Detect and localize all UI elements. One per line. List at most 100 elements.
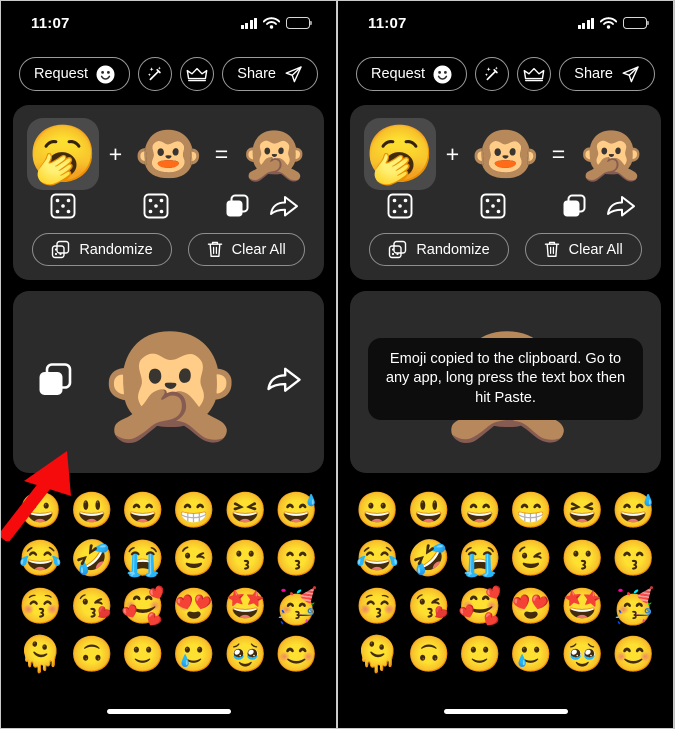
mixer-slot-second[interactable]: 🐵	[133, 118, 205, 190]
battery-low-icon	[286, 17, 312, 29]
emoji-cell[interactable]: 😍	[169, 584, 220, 629]
emoji-cell[interactable]: 😂	[15, 536, 66, 581]
randomize-button[interactable]: Randomize	[369, 233, 509, 266]
emoji-cell[interactable]: 🤣	[66, 536, 117, 581]
clear-all-button[interactable]: Clear All	[524, 233, 642, 266]
emoji-cell[interactable]: 🙃	[403, 632, 454, 677]
emoji-cell[interactable]: 😃	[66, 488, 117, 533]
emoji-cell[interactable]: 😘	[66, 584, 117, 629]
share-button[interactable]: Share	[222, 57, 318, 91]
emoji-cell[interactable]: 🥰	[117, 584, 168, 629]
premium-crown-button[interactable]	[517, 57, 552, 91]
emoji-cell[interactable]: 😆	[557, 488, 608, 533]
plus-operator: +	[108, 140, 123, 167]
status-bar: 11:07	[338, 1, 673, 45]
trash-icon	[207, 241, 222, 257]
magic-wand-button[interactable]	[475, 57, 510, 91]
emoji-cell[interactable]: 🥳	[271, 584, 322, 629]
result-preview-card: 🙊 Emoji copied to the clipboard. Go to a…	[350, 291, 661, 473]
clear-all-label: Clear All	[568, 241, 623, 258]
emoji-cell[interactable]: 😗	[220, 536, 271, 581]
emoji-cell[interactable]: 🙂	[117, 632, 168, 677]
randomize-button[interactable]: Randomize	[32, 233, 172, 266]
dice-button-second[interactable]	[121, 192, 190, 220]
emoji-cell[interactable]: 🤩	[557, 584, 608, 629]
emoji-cell[interactable]: 🥲	[506, 632, 557, 677]
emoji-cell[interactable]: 🥲	[169, 632, 220, 677]
emoji-cell[interactable]: 😃	[403, 488, 454, 533]
emoji-cell[interactable]: 😊	[271, 632, 322, 677]
emoji-cell[interactable]: 🤣	[403, 536, 454, 581]
status-bar: 11:07	[1, 1, 336, 45]
emoji-cell[interactable]: 😍	[506, 584, 557, 629]
emoji-cell[interactable]: 😭	[117, 536, 168, 581]
emoji-grid: 😀 😃 😄 😁 😆 😅 😂 🤣 😭 😉 😗 😙 😚 😘 🥰 😍 🤩 🥳 🫠 🙃 …	[338, 484, 673, 677]
emoji-cell[interactable]: 🥳	[608, 584, 659, 629]
share-arrow-icon	[607, 196, 636, 217]
equals-operator: =	[551, 140, 566, 167]
home-indicator	[106, 709, 231, 714]
request-button[interactable]: Request	[19, 57, 131, 91]
emoji-cell[interactable]: 😂	[352, 536, 403, 581]
mixer-slot-second[interactable]: 🐵	[470, 118, 542, 190]
emoji-cell[interactable]: 🥹	[220, 632, 271, 677]
emoji-cell[interactable]: 😘	[403, 584, 454, 629]
randomize-label: Randomize	[79, 241, 153, 258]
emoji-cell[interactable]: 😙	[608, 536, 659, 581]
battery-low-icon	[623, 17, 649, 29]
premium-crown-button[interactable]	[180, 57, 215, 91]
result-copy-button[interactable]	[35, 360, 75, 405]
emoji-cell[interactable]: 🫠	[352, 632, 403, 677]
emoji-cell[interactable]: 🙃	[66, 632, 117, 677]
clear-all-label: Clear All	[231, 241, 286, 258]
emoji-cell[interactable]: 🙂	[454, 632, 505, 677]
emoji-cell[interactable]: 😊	[608, 632, 659, 677]
emoji-cell[interactable]: 🫠	[15, 632, 66, 677]
mixer-slot-first[interactable]: 🥱	[363, 118, 436, 190]
emoji-cell[interactable]: 😅	[271, 488, 322, 533]
emoji-cell[interactable]: 😉	[506, 536, 557, 581]
emoji-cell[interactable]: 🤩	[220, 584, 271, 629]
mixer-share-button[interactable]	[598, 193, 645, 219]
status-time: 11:07	[31, 14, 70, 32]
status-indicators	[240, 17, 312, 29]
emoji-cell[interactable]: 😁	[506, 488, 557, 533]
share-button-label: Share	[574, 66, 613, 82]
emoji-cell[interactable]: 😄	[117, 488, 168, 533]
request-button[interactable]: Request	[356, 57, 468, 91]
status-time: 11:07	[368, 14, 407, 32]
dice-button-second[interactable]	[458, 192, 527, 220]
emoji-cell[interactable]: 😁	[169, 488, 220, 533]
emoji-cell[interactable]: 🥹	[557, 632, 608, 677]
emoji-cell[interactable]: 🥰	[454, 584, 505, 629]
emoji-cell[interactable]: 😚	[352, 584, 403, 629]
top-toolbar: Request Share	[338, 45, 673, 105]
dice-button-first[interactable]	[366, 192, 435, 220]
phone-screen-right: 11:07 Request Share 🥱 + 🐵 = 🙊 Randomize …	[337, 0, 674, 729]
share-button[interactable]: Share	[559, 57, 655, 91]
dice-button-first[interactable]	[29, 192, 98, 220]
mixer-share-button[interactable]	[261, 193, 308, 219]
emoji-cell[interactable]: 😀	[15, 488, 66, 533]
emoji-cell[interactable]: 😉	[169, 536, 220, 581]
emoji-cell[interactable]: 😗	[557, 536, 608, 581]
home-indicator	[443, 709, 568, 714]
emoji-cell[interactable]: 😅	[608, 488, 659, 533]
result-share-button[interactable]	[266, 364, 302, 400]
emoji-cell[interactable]: 😭	[454, 536, 505, 581]
emoji-cell[interactable]: 😙	[271, 536, 322, 581]
mixer-copy-button[interactable]	[551, 192, 598, 220]
emoji-cell[interactable]: 😀	[352, 488, 403, 533]
result-emoji: 🙊	[94, 314, 247, 450]
emoji-cell[interactable]: 😆	[220, 488, 271, 533]
top-toolbar: Request Share	[1, 45, 336, 105]
magic-wand-button[interactable]	[138, 57, 173, 91]
copy-icon	[39, 362, 72, 395]
dice-icon	[387, 193, 413, 219]
dice-stack-icon	[52, 240, 70, 259]
clear-all-button[interactable]: Clear All	[187, 233, 305, 266]
emoji-cell[interactable]: 😚	[15, 584, 66, 629]
mixer-copy-button[interactable]	[214, 192, 261, 220]
mixer-slot-first[interactable]: 🥱	[26, 118, 99, 190]
emoji-cell[interactable]: 😄	[454, 488, 505, 533]
